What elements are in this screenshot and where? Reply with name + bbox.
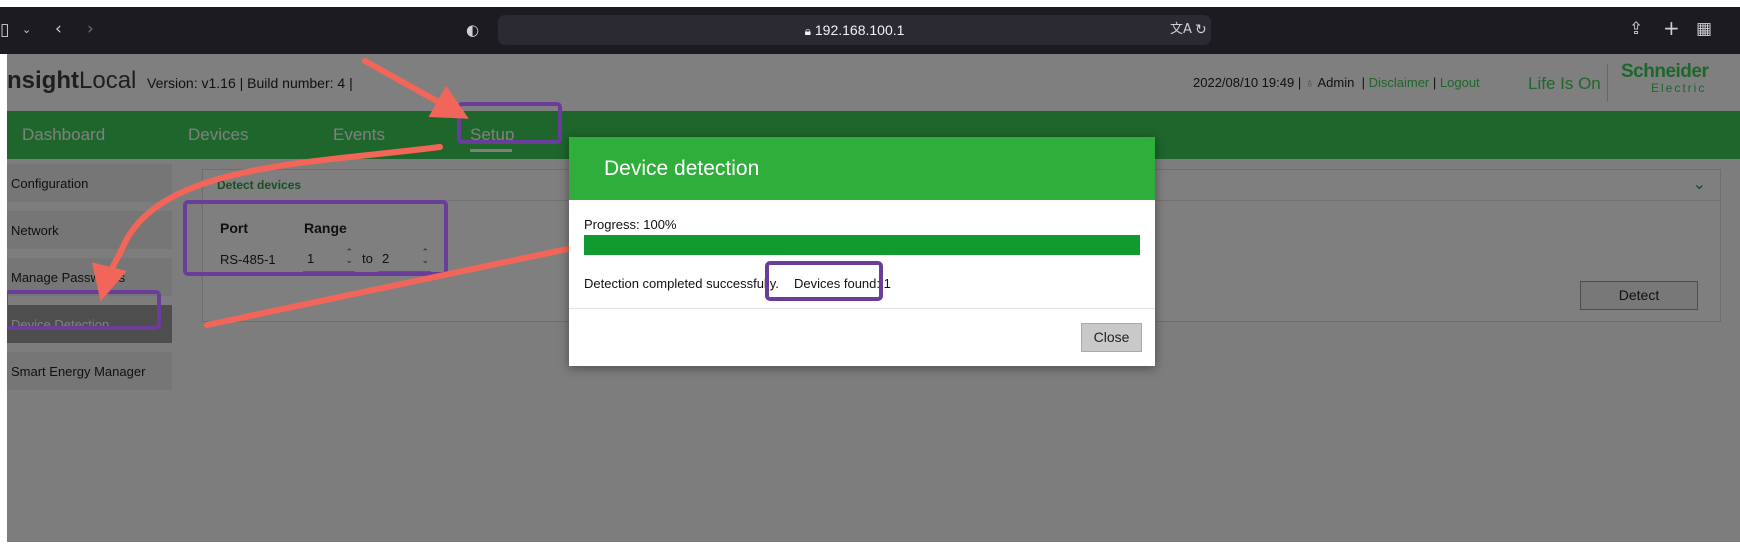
shield-icon[interactable]: ◐ <box>466 20 479 40</box>
sidebar-icon[interactable]: ▯ <box>0 20 9 40</box>
lock-icon: 🔒︎ <box>804 24 811 38</box>
dialog-header: Device detection <box>569 137 1155 200</box>
tab-overview-icon[interactable]: ▦ <box>1696 19 1712 39</box>
share-icon[interactable]: ⇪ <box>1629 19 1643 39</box>
arrow-to-device-detection <box>91 144 443 302</box>
progress-bar <box>584 235 1140 255</box>
progress-fill <box>584 235 1140 255</box>
page: nsightLocal Version: v1.16 | Build numbe… <box>7 54 1740 542</box>
new-tab-icon[interactable]: + <box>1663 18 1680 38</box>
annotation-box-devices-found <box>765 261 883 301</box>
arrow-to-setup <box>362 58 469 119</box>
address-text: 🔒︎ 192.168.100.1 <box>498 22 1211 39</box>
detection-message: Detection completed successfully. <box>584 276 779 291</box>
progress-label: Progress: 100% <box>584 217 677 232</box>
device-detection-dialog: Device detection Progress: 100% Detectio… <box>569 137 1155 366</box>
chevron-down-icon[interactable]: ⌄ <box>22 20 31 40</box>
reload-icon[interactable]: ↻ <box>1195 20 1207 40</box>
close-button[interactable]: Close <box>1081 323 1142 352</box>
url-label: 192.168.100.1 <box>814 22 905 38</box>
forward-icon[interactable]: › <box>87 19 94 39</box>
dialog-divider <box>569 308 1155 309</box>
translate-icon[interactable]: 文A <box>1170 20 1192 40</box>
address-bar[interactable]: 🔒︎ 192.168.100.1 文A ↻ <box>498 15 1211 45</box>
browser-toolbar: ▯ ⌄ ‹ › ◐ 🔒︎ 192.168.100.1 文A ↻ ⇪ + ▦ <box>0 7 1740 54</box>
dialog-title: Device detection <box>604 157 760 180</box>
back-icon[interactable]: ‹ <box>55 19 62 39</box>
